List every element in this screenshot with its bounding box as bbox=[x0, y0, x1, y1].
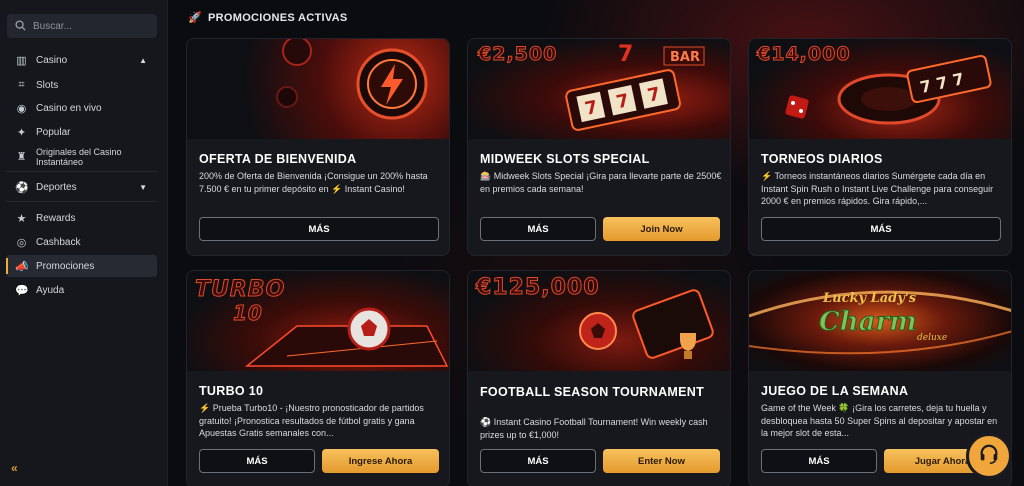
promo-card: €2,500 7 7 7 7 BAR MIDWEEK SLOTS SPECIAL… bbox=[467, 38, 731, 256]
sidebar-item-popular[interactable]: ✦ Popular bbox=[6, 121, 157, 143]
promo-banner-image[interactable] bbox=[187, 39, 449, 139]
promo-title: FOOTBALL SEASON TOURNAMENT bbox=[480, 385, 705, 399]
sidebar-item-label: Popular bbox=[36, 126, 71, 138]
more-button[interactable]: MÁS bbox=[761, 217, 1001, 241]
promo-card: TURBO 10 TURBO 10 ⚡ Prueba Turbo10 - ¡Nu… bbox=[186, 270, 450, 486]
sidebar: ▥ Casino ▲ ⌗ Slots ◉ Casino en vivo ✦ Po… bbox=[0, 0, 168, 486]
promo-banner-image[interactable]: TURBO 10 bbox=[187, 271, 449, 371]
cashback-icon: ◎ bbox=[16, 236, 27, 249]
promo-description: Game of the Week 🍀 ¡Gira los carretes, d… bbox=[761, 403, 998, 438]
chevron-up-icon[interactable]: ▲ bbox=[139, 56, 147, 65]
promo-title: OFERTA DE BIENVENIDA bbox=[199, 152, 357, 166]
help-icon: 💬 bbox=[15, 284, 29, 297]
divider bbox=[6, 171, 157, 172]
sidebar-item-promotions[interactable]: 📣 Promociones bbox=[6, 255, 157, 277]
banner-game-text-3: deluxe bbox=[917, 333, 948, 343]
svg-text:7: 7 bbox=[618, 42, 633, 67]
sidebar-item-slots[interactable]: ⌗ Slots bbox=[6, 74, 157, 96]
promo-card: €14,000 7 7 7 TORNEOS DIARIOS ⚡ Torneos … bbox=[748, 38, 1012, 256]
casino-icon: ▥ bbox=[16, 54, 27, 67]
promo-card: OFERTA DE BIENVENIDA 200% de Oferta de B… bbox=[186, 38, 450, 256]
sidebar-item-casino[interactable]: ▥ Casino ▲ bbox=[6, 49, 157, 71]
promo-description: 200% de Oferta de Bienvenida ¡Consigue u… bbox=[199, 171, 428, 194]
promo-description: ⚽ Instant Casino Football Tournament! Wi… bbox=[480, 417, 708, 440]
chevron-down-icon[interactable]: ▼ bbox=[139, 183, 147, 192]
promo-card: €125,000 FOOTBALL SEASON TOURNAMENT ⚽ In… bbox=[467, 270, 731, 486]
headset-icon bbox=[978, 443, 1000, 470]
support-chat-button[interactable] bbox=[966, 433, 1012, 479]
promo-banner-image[interactable]: Lucky Lady's Charm deluxe bbox=[749, 271, 1011, 371]
collapse-sidebar-icon[interactable]: « bbox=[11, 461, 18, 475]
sidebar-item-label: Slots bbox=[36, 79, 59, 91]
promo-title: JUEGO DE LA SEMANA bbox=[761, 384, 909, 398]
sidebar-item-label: Cashback bbox=[36, 236, 81, 248]
promo-description: 🎰 Midweek Slots Special ¡Gira para lleva… bbox=[480, 171, 722, 194]
sidebar-item-cashback[interactable]: ◎ Cashback bbox=[6, 231, 157, 253]
slots-icon: ⌗ bbox=[18, 78, 25, 91]
search-icon bbox=[15, 20, 27, 32]
sidebar-item-label: Casino bbox=[36, 54, 68, 66]
join-now-button[interactable]: Join Now bbox=[603, 217, 720, 241]
promo-description: ⚡ Torneos instantáneos diarios Sumérgete… bbox=[761, 171, 994, 206]
svg-text:BAR: BAR bbox=[670, 50, 700, 65]
sidebar-item-sports[interactable]: ⚽ Deportes ▼ bbox=[6, 176, 157, 198]
sidebar-item-help[interactable]: 💬 Ayuda bbox=[6, 279, 157, 301]
more-button[interactable]: MÁS bbox=[761, 449, 877, 473]
section-header: 🚀 PROMOCIONES ACTIVAS bbox=[188, 11, 348, 25]
sidebar-item-label: Rewards bbox=[36, 212, 76, 224]
sports-icon: ⚽ bbox=[15, 181, 29, 194]
promo-banner-image[interactable]: €125,000 bbox=[468, 271, 730, 371]
enter-now-button[interactable]: Ingrese Ahora bbox=[322, 449, 439, 473]
search-input[interactable] bbox=[33, 20, 143, 32]
promo-title: TURBO 10 bbox=[199, 384, 264, 398]
live-casino-icon: ◉ bbox=[16, 102, 27, 115]
sidebar-item-rewards[interactable]: ★ Rewards bbox=[6, 207, 157, 229]
promo-description: ⚡ Prueba Turbo10 - ¡Nuestro pronosticado… bbox=[199, 403, 424, 438]
sidebar-item-label: Deportes bbox=[36, 181, 77, 193]
promo-title: MIDWEEK SLOTS SPECIAL bbox=[480, 152, 650, 166]
rocket-icon: 🚀 bbox=[188, 12, 202, 24]
promo-title: TORNEOS DIARIOS bbox=[761, 152, 883, 166]
enter-now-button[interactable]: Enter Now bbox=[603, 449, 720, 473]
originals-icon: ♜ bbox=[16, 151, 27, 163]
promo-banner-image[interactable]: €14,000 7 7 7 bbox=[749, 39, 1011, 139]
sidebar-item-label: Ayuda bbox=[36, 284, 65, 296]
star-icon: ★ bbox=[16, 212, 27, 225]
promo-banner-image[interactable]: €2,500 7 7 7 7 BAR bbox=[468, 39, 730, 139]
sidebar-item-live-casino[interactable]: ◉ Casino en vivo bbox=[6, 97, 157, 119]
more-button[interactable]: MÁS bbox=[480, 217, 596, 241]
more-button[interactable]: MÁS bbox=[199, 217, 439, 241]
sidebar-item-originals[interactable]: ♜ Originales del Casino Instantáneo bbox=[6, 144, 157, 170]
sparkle-icon: ✦ bbox=[16, 126, 27, 139]
sidebar-item-label: Originales del Casino Instantáneo bbox=[36, 147, 122, 167]
more-button[interactable]: MÁS bbox=[199, 449, 315, 473]
search-box[interactable] bbox=[7, 14, 157, 38]
banner-game-text: Lucky Lady's bbox=[823, 291, 917, 306]
more-button[interactable]: MÁS bbox=[480, 449, 596, 473]
main-content: 🚀 PROMOCIONES ACTIVAS OFERTA DE BIENVENI… bbox=[168, 0, 1024, 486]
sidebar-item-label: Casino en vivo bbox=[36, 102, 102, 114]
sidebar-item-label: Promociones bbox=[36, 260, 95, 272]
divider bbox=[6, 201, 157, 202]
page-title: PROMOCIONES ACTIVAS bbox=[208, 11, 348, 24]
banner-game-text-2: Charm bbox=[819, 307, 918, 338]
megaphone-icon: 📣 bbox=[15, 260, 29, 273]
